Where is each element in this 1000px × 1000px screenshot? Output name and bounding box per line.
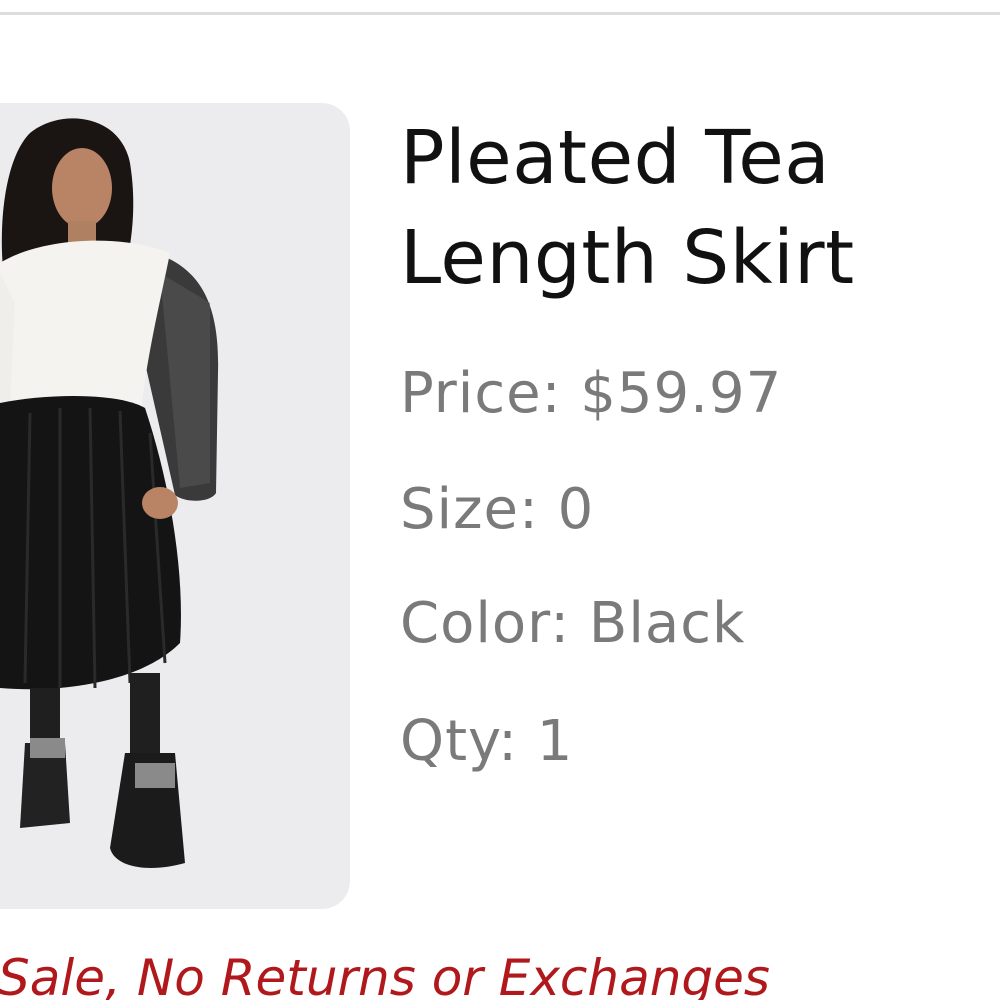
qty-label: Qty: <box>400 709 518 774</box>
size-label: Size: <box>400 477 539 542</box>
product-image[interactable] <box>0 103 350 909</box>
product-info: Pleated Tea Length Skirt Price: $59.97 Si… <box>400 108 990 772</box>
cart-item-card: Pleated Tea Length Skirt Price: $59.97 Si… <box>0 0 1000 1000</box>
size-row: Size: 0 <box>400 480 594 540</box>
top-divider <box>0 12 1000 15</box>
model-illustration <box>0 118 219 868</box>
qty-value: 1 <box>536 709 574 774</box>
color-label: Color: <box>400 591 571 656</box>
product-title-line2: Length Skirt <box>400 215 855 301</box>
qty-row: Qty: 1 <box>400 712 573 772</box>
size-value: 0 <box>557 477 595 542</box>
product-title-line1: Pleated Tea <box>400 115 831 201</box>
price-row: Price: $59.97 <box>400 364 782 424</box>
final-sale-notice: Sale, No Returns or Exchanges <box>0 949 770 1000</box>
color-value: Black <box>588 591 746 656</box>
price-label: Price: <box>400 361 562 426</box>
product-title: Pleated Tea Length Skirt <box>400 108 990 308</box>
color-row: Color: Black <box>400 594 745 654</box>
price-value: $59.97 <box>580 361 783 426</box>
